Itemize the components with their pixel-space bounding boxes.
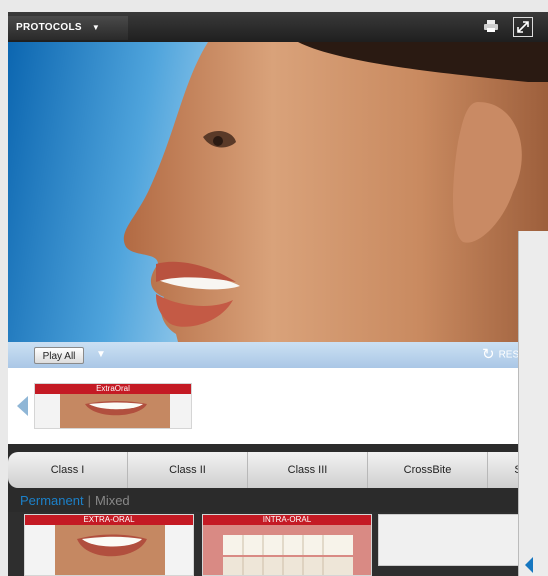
- tab-class-i[interactable]: Class I: [8, 452, 128, 488]
- classification-tabs: Class I Class II Class III CrossBite S: [8, 452, 548, 488]
- selected-thumbnails-strip: ExtraOral: [8, 368, 548, 444]
- thumbnail-intra-oral[interactable]: INTRA-ORAL: [202, 514, 372, 576]
- expand-icon[interactable]: [513, 17, 533, 37]
- empty-thumbnail-slot: [378, 514, 526, 566]
- reset-button[interactable]: ↻ RESI: [482, 346, 522, 365]
- tab-crossbite[interactable]: CrossBite: [368, 452, 488, 488]
- dentition-toggle: Permanent | Mixed: [20, 493, 130, 509]
- face-profile-image: [123, 42, 548, 342]
- chevron-down-icon[interactable]: ▼: [96, 349, 106, 360]
- app-frame: PROTOCOLS ▼ Play All ▼ ↻ RESI ExtraOral …: [8, 12, 548, 576]
- tab-class-ii[interactable]: Class II: [128, 452, 248, 488]
- protocols-menu[interactable]: PROTOCOLS ▼: [8, 16, 128, 40]
- thumbnail-label: ExtraOral: [35, 384, 191, 394]
- protocol-thumbnails-strip: EXTRA-ORAL INTRA-ORAL: [8, 512, 548, 576]
- chevron-down-icon: ▼: [91, 23, 101, 32]
- chevron-left-icon[interactable]: [525, 557, 533, 573]
- play-controls-bar: Play All ▼ ↻ RESI: [8, 342, 548, 368]
- thumbnail-extraoral[interactable]: ExtraOral: [34, 383, 192, 429]
- smile-image: [55, 525, 165, 575]
- protocols-label: PROTOCOLS: [16, 22, 82, 33]
- print-icon[interactable]: [484, 20, 498, 32]
- face-profile-viewer[interactable]: [8, 42, 548, 342]
- refresh-icon: ↻: [482, 346, 495, 363]
- teeth-image: [203, 525, 371, 575]
- mixed-tab[interactable]: Mixed: [95, 493, 130, 508]
- tab-class-iii[interactable]: Class III: [248, 452, 368, 488]
- permanent-tab[interactable]: Permanent: [20, 493, 84, 508]
- side-panel-overlay[interactable]: [518, 231, 548, 576]
- separator: |: [87, 493, 91, 508]
- thumbnail-label: INTRA-ORAL: [203, 515, 371, 525]
- smile-image: [60, 394, 170, 428]
- play-all-button[interactable]: Play All: [34, 347, 84, 364]
- thumbnail-extra-oral[interactable]: EXTRA-ORAL: [24, 514, 194, 576]
- thumbnail-label: EXTRA-ORAL: [25, 515, 193, 525]
- top-toolbar: PROTOCOLS ▼: [8, 12, 548, 42]
- scroll-left-icon[interactable]: [17, 396, 28, 416]
